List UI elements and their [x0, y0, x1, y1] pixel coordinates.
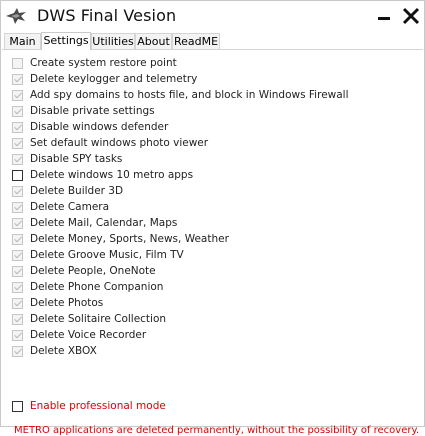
option-label: Disable private settings — [30, 105, 155, 117]
option-label: Delete Groove Music, Film TV — [30, 249, 184, 261]
checkbox-box — [12, 57, 23, 69]
option-label: Disable windows defender — [30, 121, 169, 133]
tab-main[interactable]: Main — [4, 33, 41, 49]
option-label: Delete Money, Sports, News, Weather — [30, 233, 229, 245]
checkbox-box — [12, 297, 23, 309]
option-label: Add spy domains to hosts file, and block… — [30, 89, 349, 101]
checkbox-box — [12, 329, 23, 341]
option-checkbox: Disable windows defender — [12, 120, 168, 134]
option-label: Delete Voice Recorder — [30, 329, 147, 341]
tab-main-label: Main — [9, 35, 36, 48]
option-checkbox: Set default windows photo viewer — [12, 136, 208, 150]
option-label: Create system restore point — [30, 57, 177, 69]
option-checkbox: Create system restore point — [12, 56, 177, 70]
tab-settings-label: Settings — [43, 34, 89, 47]
option-checkbox: Delete Money, Sports, News, Weather — [12, 232, 229, 246]
option-label: Delete keylogger and telemetry — [30, 73, 198, 85]
option-label: Delete Camera — [30, 201, 110, 213]
professional-mode-checkbox[interactable]: Enable professional mode — [12, 399, 166, 413]
checkbox-box — [12, 137, 23, 149]
option-checkbox: Disable private settings — [12, 104, 155, 118]
option-checkbox: Delete Builder 3D — [12, 184, 123, 198]
option-label: Delete Builder 3D — [30, 185, 124, 197]
minimize-icon[interactable] — [373, 5, 395, 27]
option-label: Set default windows photo viewer — [30, 137, 209, 149]
option-checkbox: Delete Phone Companion — [12, 280, 163, 294]
option-checkbox: Delete XBOX — [12, 344, 97, 358]
checkbox-box[interactable] — [12, 169, 23, 181]
option-label: Delete Phone Companion — [30, 281, 164, 293]
checkbox-box — [12, 105, 23, 117]
option-label: Delete windows 10 metro apps — [30, 169, 194, 181]
option-checkbox: Delete People, OneNote — [12, 264, 156, 278]
checkbox-box — [12, 89, 23, 101]
checkbox-box — [12, 281, 23, 293]
checkbox-box — [12, 73, 23, 85]
checkbox-box — [12, 153, 23, 165]
app-window: DWS Final Vesion Main Settings Utilities… — [0, 0, 425, 436]
checkbox-box[interactable] — [12, 400, 23, 412]
option-checkbox: Delete Camera — [12, 200, 109, 214]
option-label: Delete Solitaire Collection — [30, 313, 167, 325]
checkbox-box — [12, 217, 23, 229]
checkbox-box — [12, 185, 23, 197]
option-checkbox: Disable SPY tasks — [12, 152, 122, 166]
option-checkbox: Delete Groove Music, Film TV — [12, 248, 184, 262]
option-label: Delete Photos — [30, 297, 104, 309]
checkbox-box — [12, 121, 23, 133]
tab-utilities-label: Utilities — [92, 35, 134, 48]
option-label: Delete Mail, Calendar, Maps — [30, 217, 178, 229]
tab-utilities[interactable]: Utilities — [91, 33, 135, 49]
option-label: Disable SPY tasks — [30, 153, 123, 165]
option-checkbox: Delete Photos — [12, 296, 103, 310]
option-checkbox[interactable]: Delete windows 10 metro apps — [12, 168, 193, 182]
tab-readme[interactable]: ReadME — [172, 33, 220, 49]
tab-readme-label: ReadME — [173, 35, 219, 48]
tab-about[interactable]: About — [135, 33, 172, 49]
checkbox-box — [12, 249, 23, 261]
option-label: Delete People, OneNote — [30, 265, 156, 277]
professional-mode-label: Enable professional mode — [30, 400, 166, 412]
title-bar: DWS Final Vesion — [1, 1, 424, 32]
checkbox-box — [12, 265, 23, 277]
tab-settings[interactable]: Settings — [41, 32, 91, 50]
checkbox-box — [12, 233, 23, 245]
option-checkbox: Delete Solitaire Collection — [12, 312, 166, 326]
app-logo-icon — [6, 8, 26, 24]
checkbox-box — [12, 201, 23, 213]
window-title: DWS Final Vesion — [37, 6, 177, 25]
option-checkbox: Delete Voice Recorder — [12, 328, 146, 342]
checkbox-box — [12, 345, 23, 357]
close-icon[interactable] — [400, 5, 422, 27]
option-checkbox: Add spy domains to hosts file, and block… — [12, 88, 349, 102]
option-checkbox: Delete keylogger and telemetry — [12, 72, 197, 86]
option-label: Delete XBOX — [30, 345, 97, 357]
tab-bar: Main Settings Utilities About ReadME — [2, 32, 423, 50]
option-checkbox: Delete Mail, Calendar, Maps — [12, 216, 177, 230]
checkbox-box — [12, 313, 23, 325]
tab-about-label: About — [137, 35, 170, 48]
